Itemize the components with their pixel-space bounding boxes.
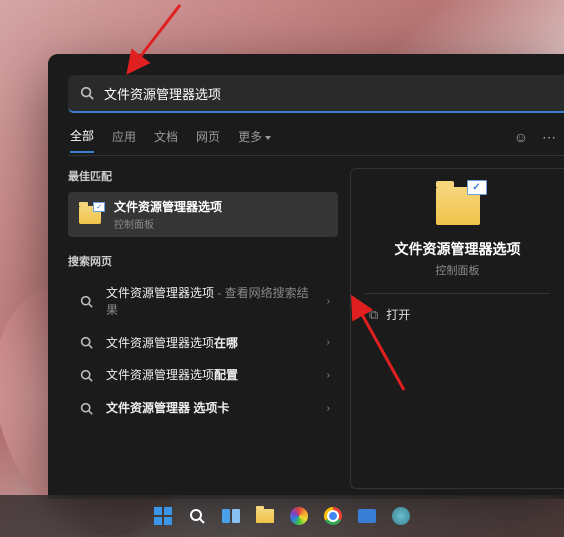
folder-options-icon: ✓ xyxy=(436,187,480,225)
open-action[interactable]: ⧉ 打开 xyxy=(369,306,564,323)
best-match-heading: 最佳匹配 xyxy=(68,168,338,184)
taskbar-app[interactable] xyxy=(285,502,313,530)
web-result[interactable]: 文件资源管理器选项配置 › xyxy=(68,359,338,392)
results-column: 最佳匹配 ✓ 文件资源管理器选项 控制面板 搜索网页 文件资源管理器选项 - 查… xyxy=(68,168,338,425)
explorer-button[interactable] xyxy=(251,502,279,530)
filter-tabs: 全部 应用 文档 网页 更多 ☺ ⋯ xyxy=(68,125,564,156)
search-bar[interactable] xyxy=(68,75,564,113)
best-match-subtitle: 控制面板 xyxy=(114,216,330,231)
search-icon xyxy=(80,86,94,100)
open-external-icon: ⧉ xyxy=(369,307,378,323)
preview-subtitle: 控制面板 xyxy=(351,262,564,278)
chrome-button[interactable] xyxy=(319,502,347,530)
search-icon xyxy=(189,508,205,524)
windows-icon xyxy=(154,507,172,525)
search-icon xyxy=(76,369,96,382)
chevron-right-icon: › xyxy=(327,403,330,414)
web-result[interactable]: 文件资源管理器 选项卡 › xyxy=(68,392,338,425)
web-result-main: 文件资源管理器 选项卡 xyxy=(106,401,229,415)
tab-web[interactable]: 网页 xyxy=(196,128,220,152)
start-button[interactable] xyxy=(149,502,177,530)
chevron-right-icon: › xyxy=(327,370,330,381)
web-result[interactable]: 文件资源管理器选项 - 查看网络搜索结果 › xyxy=(68,277,338,327)
app-icon xyxy=(358,509,376,523)
search-icon xyxy=(76,295,96,308)
tab-apps[interactable]: 应用 xyxy=(112,128,136,152)
folder-icon xyxy=(256,509,274,523)
best-match-result[interactable]: ✓ 文件资源管理器选项 控制面板 xyxy=(68,192,338,237)
tab-more[interactable]: 更多 xyxy=(238,128,271,152)
chrome-icon xyxy=(324,507,342,525)
taskview-icon xyxy=(222,509,240,523)
tab-all[interactable]: 全部 xyxy=(70,127,94,153)
app-icon xyxy=(290,507,308,525)
more-options-icon[interactable]: ⋯ xyxy=(542,129,556,146)
taskbar xyxy=(0,495,564,537)
app-icon xyxy=(392,507,410,525)
divider xyxy=(365,293,550,294)
chat-icon[interactable]: ☺ xyxy=(514,129,528,145)
taskbar-app[interactable] xyxy=(353,502,381,530)
web-result[interactable]: 文件资源管理器选项在哪 › xyxy=(68,327,338,360)
web-result-main: 文件资源管理器选项 xyxy=(106,336,214,350)
tab-docs[interactable]: 文档 xyxy=(154,128,178,152)
search-button[interactable] xyxy=(183,502,211,530)
preview-title: 文件资源管理器选项 xyxy=(351,239,564,259)
desktop-background: 全部 应用 文档 网页 更多 ☺ ⋯ 最佳匹配 ✓ 文件资源管理器选项 控制面板 xyxy=(0,0,564,537)
folder-options-icon: ✓ xyxy=(76,201,104,229)
taskview-button[interactable] xyxy=(217,502,245,530)
web-result-suffix: 在哪 xyxy=(214,336,238,350)
open-label: 打开 xyxy=(386,306,410,323)
search-panel: 全部 应用 文档 网页 更多 ☺ ⋯ 最佳匹配 ✓ 文件资源管理器选项 控制面板 xyxy=(48,54,564,499)
search-web-heading: 搜索网页 xyxy=(68,253,338,269)
best-match-title: 文件资源管理器选项 xyxy=(114,198,330,215)
web-result-main: 文件资源管理器选项 xyxy=(106,368,214,382)
web-result-main: 文件资源管理器选项 xyxy=(106,286,214,300)
search-icon xyxy=(76,402,96,415)
search-input[interactable] xyxy=(102,85,564,102)
preview-pane: ✓ 文件资源管理器选项 控制面板 ⧉ 打开 xyxy=(350,168,564,489)
web-result-suffix: 配置 xyxy=(214,368,238,382)
search-icon xyxy=(76,336,96,349)
taskbar-app[interactable] xyxy=(387,502,415,530)
chevron-right-icon: › xyxy=(327,337,330,348)
chevron-right-icon: › xyxy=(327,296,330,307)
